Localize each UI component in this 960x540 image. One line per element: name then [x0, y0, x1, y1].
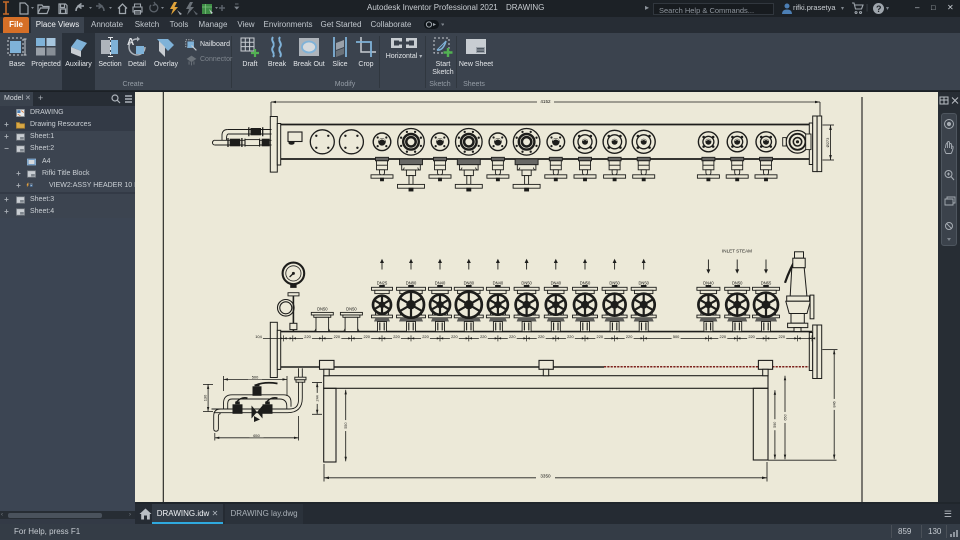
svg-text:DN50: DN50	[346, 306, 357, 311]
svg-text:DN65: DN65	[761, 280, 772, 285]
svg-text:Ø273: Ø273	[825, 137, 830, 148]
svg-text:DN50: DN50	[317, 306, 328, 311]
svg-text:220: 220	[304, 334, 311, 339]
svg-text:220: 220	[597, 334, 604, 339]
svg-text:DN50: DN50	[732, 280, 743, 285]
svg-text:DN50: DN50	[521, 280, 532, 285]
svg-text:650: 650	[253, 433, 260, 438]
svg-text:4152: 4152	[540, 99, 551, 104]
svg-text:500: 500	[252, 375, 259, 380]
svg-text:220: 220	[363, 334, 370, 339]
svg-text:220: 220	[422, 334, 429, 339]
svg-text:220: 220	[480, 334, 487, 339]
svg-text:846: 846	[833, 401, 837, 407]
svg-text:650: 650	[783, 414, 787, 420]
svg-text:220: 220	[720, 334, 727, 339]
svg-text:244: 244	[316, 395, 320, 401]
svg-text:DN50: DN50	[609, 280, 620, 285]
svg-text:550: 550	[344, 422, 348, 428]
svg-text:220: 220	[626, 334, 633, 339]
svg-text:220: 220	[509, 334, 516, 339]
svg-text:DN50: DN50	[580, 280, 591, 285]
svg-text:500: 500	[673, 334, 680, 339]
svg-text:220: 220	[451, 334, 458, 339]
svg-text:INLET STEAM: INLET STEAM	[722, 249, 752, 254]
svg-text:?: ?	[876, 4, 882, 14]
svg-text:DN40: DN40	[551, 280, 562, 285]
svg-text:DN40: DN40	[703, 280, 714, 285]
svg-text:3350: 3350	[540, 474, 551, 479]
svg-text:220: 220	[393, 334, 400, 339]
svg-text:130: 130	[203, 394, 208, 401]
svg-text:DN80: DN80	[464, 280, 475, 285]
svg-text:220: 220	[538, 334, 545, 339]
svg-text:104: 104	[255, 334, 262, 339]
svg-text:220: 220	[779, 334, 786, 339]
svg-text:DN40: DN40	[435, 280, 446, 285]
svg-text:DN25: DN25	[377, 280, 388, 285]
svg-text:220: 220	[748, 334, 755, 339]
svg-text:220: 220	[334, 334, 341, 339]
svg-text:590: 590	[773, 422, 777, 428]
svg-text:DN80: DN80	[406, 280, 417, 285]
svg-text:220: 220	[567, 334, 574, 339]
svg-text:DN50: DN50	[638, 280, 649, 285]
svg-text:DN40: DN40	[493, 280, 504, 285]
